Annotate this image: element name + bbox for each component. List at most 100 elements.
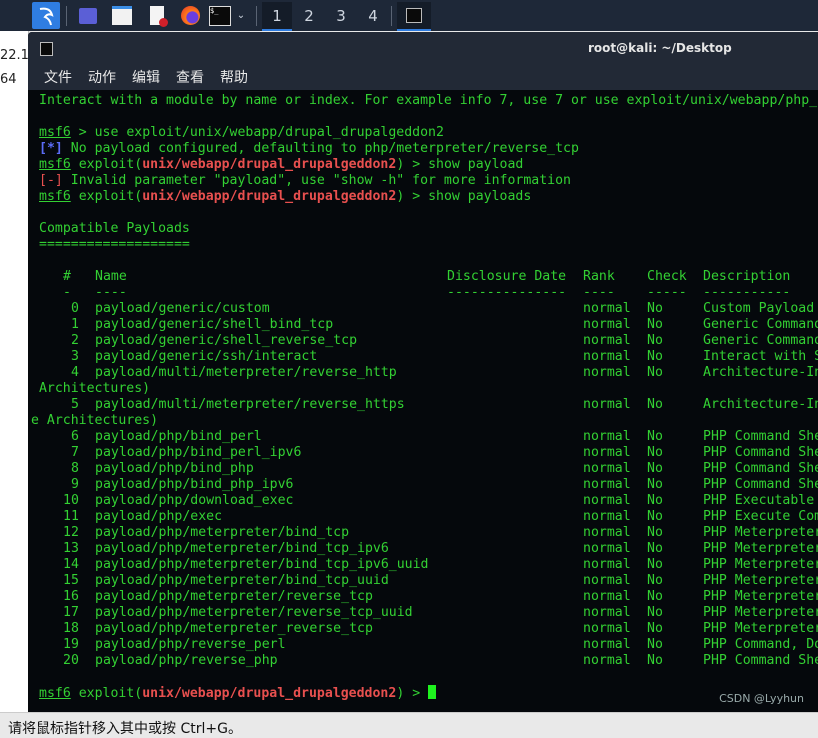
cell-desc: PHP Command She	[703, 461, 818, 476]
cell-desc: PHP Meterpreter	[703, 621, 818, 636]
cell-desc: Generic Command	[703, 333, 818, 348]
table-row: 7 payload/php/bind_perl_ipv6 normal No PHP C…	[39, 445, 818, 461]
table-row: 10 payload/php/download_exec normal No PHP E…	[39, 493, 818, 509]
table-row: 20 payload/php/reverse_php normal No PHP Com…	[39, 653, 818, 669]
cell-check: No	[647, 621, 663, 636]
cell-rank: normal	[583, 637, 631, 652]
table-row: 9 payload/php/bind_php_ipv6 normal No PHP Co…	[39, 477, 818, 493]
cell-num: 19	[63, 637, 79, 652]
text-editor-icon[interactable]	[145, 2, 169, 29]
cell-check: No	[647, 557, 663, 572]
cell-rank: normal	[583, 509, 631, 524]
menu-edit[interactable]: 编辑	[132, 64, 166, 90]
cell-name: payload/php/bind_php	[95, 461, 254, 476]
cell-desc: Generic Command	[703, 317, 818, 332]
prompt: msf6	[39, 189, 71, 204]
cell-check: No	[647, 333, 663, 348]
cell-name: payload/php/reverse_perl	[95, 637, 286, 652]
table-row: 15 payload/php/meterpreter/bind_tcp_uuid n…	[39, 573, 818, 589]
cell-num: 18	[63, 621, 79, 636]
rule: -----------	[703, 285, 791, 300]
header-desc: Description	[703, 269, 791, 284]
header-name: Name	[95, 269, 127, 284]
cell-name: payload/php/meterpreter/bind_tcp_ipv6	[95, 541, 389, 556]
table-header: # Name Disclosure Date Rank Check Description	[39, 269, 818, 285]
cell-name: payload/php/exec	[95, 509, 223, 524]
cell-check: No	[647, 397, 663, 412]
watermark: CSDN @Lyyhun	[719, 692, 804, 705]
cell-rank: normal	[583, 397, 631, 412]
wrapped-description: Architectures)	[31, 381, 151, 396]
cell-check: No	[647, 493, 663, 508]
workspace-4[interactable]: 4	[358, 2, 388, 29]
cell-desc: Architecture-In	[703, 365, 818, 380]
workspace-2[interactable]: 2	[294, 2, 324, 29]
terminal-icon[interactable]: $_	[207, 2, 233, 29]
table-row: 12 payload/php/meterpreter/bind_tcp normal…	[39, 525, 818, 541]
cell-check: No	[647, 429, 663, 444]
menu-view[interactable]: 查看	[176, 64, 210, 90]
desktop-icon[interactable]	[76, 2, 100, 29]
prompt-close: ) >	[396, 157, 429, 172]
cell-desc: PHP Command She	[703, 477, 818, 492]
cell-desc: PHP Meterpreter	[703, 605, 818, 620]
cell-check: No	[647, 445, 663, 460]
command-line: msf6 exploit(unix/webapp/drupal_drupalge…	[39, 157, 818, 173]
cell-num: 2	[71, 333, 79, 348]
command-line: msf6 exploit(unix/webapp/drupal_drupalge…	[39, 189, 818, 205]
cell-name: payload/php/meterpreter/reverse_tcp_uuid	[95, 605, 413, 620]
cell-rank: normal	[583, 301, 631, 316]
prompt-close: ) >	[396, 686, 429, 701]
table-row: 6 payload/php/bind_perl normal No PHP Comman…	[39, 429, 818, 445]
workspace-1[interactable]: 1	[262, 2, 292, 31]
cell-rank: normal	[583, 653, 631, 668]
cell-rank: normal	[583, 429, 631, 444]
cell-name: payload/multi/meterpreter/reverse_http	[95, 365, 397, 380]
cell-check: No	[647, 477, 663, 492]
cell-rank: normal	[583, 493, 631, 508]
command-line: msf6 exploit(unix/webapp/drupal_drupalge…	[39, 685, 818, 701]
cell-rank: normal	[583, 317, 631, 332]
cell-num: 20	[63, 653, 79, 668]
firefox-icon[interactable]	[177, 2, 203, 29]
divider	[391, 6, 392, 26]
file-manager-icon[interactable]	[110, 2, 134, 29]
cell-name: payload/generic/shell_reverse_tcp	[95, 333, 358, 348]
terminal-window-icon[interactable]	[397, 2, 431, 31]
table-row: 0 payload/generic/custom normal No Custom Pa…	[39, 301, 818, 317]
cell-rank: normal	[583, 525, 631, 540]
cell-name: payload/php/download_exec	[95, 493, 294, 508]
menu-file[interactable]: 文件	[44, 64, 78, 90]
cell-name: payload/multi/meterpreter/reverse_https	[95, 397, 405, 412]
cell-desc: PHP Command She	[703, 445, 818, 460]
cell-desc: PHP Execute Com	[703, 509, 818, 524]
cell-name: payload/php/meterpreter/bind_tcp_uuid	[95, 573, 389, 588]
taskbar: $_ ⌄ 1 2 3 4	[0, 0, 818, 31]
cell-desc: PHP Command, Do	[703, 637, 818, 652]
header-check: Check	[647, 269, 687, 284]
cell-check: No	[647, 509, 663, 524]
prompt: msf6	[39, 686, 71, 701]
terminal-output[interactable]: Interact with a module by name or index.…	[31, 93, 818, 701]
rule: ----	[95, 285, 127, 300]
menu-actions[interactable]: 动作	[88, 64, 122, 90]
cell-desc: Architecture-In	[703, 397, 818, 412]
module-name: unix/webapp/drupal_drupalgeddon2	[142, 189, 397, 204]
cell-num: 10	[63, 493, 79, 508]
cell-check: No	[647, 301, 663, 316]
exploit-label: exploit(	[70, 686, 143, 701]
info-marker: [*]	[39, 141, 63, 156]
cell-rank: normal	[583, 477, 631, 492]
cell-rank: normal	[583, 605, 631, 620]
cell-desc: Interact with S	[703, 349, 818, 364]
divider	[256, 6, 257, 26]
cell-name: payload/generic/custom	[95, 301, 270, 316]
cell-name: payload/php/meterpreter/bind_tcp	[95, 525, 350, 540]
menu-help[interactable]: 帮助	[220, 64, 254, 90]
chevron-down-icon[interactable]: ⌄	[234, 2, 248, 29]
kali-menu-icon[interactable]	[32, 2, 60, 29]
cell-rank: normal	[583, 573, 631, 588]
cell-name: payload/php/meterpreter/reverse_tcp	[95, 589, 373, 604]
workspace-3[interactable]: 3	[326, 2, 356, 29]
rule: ---------------	[447, 285, 567, 300]
